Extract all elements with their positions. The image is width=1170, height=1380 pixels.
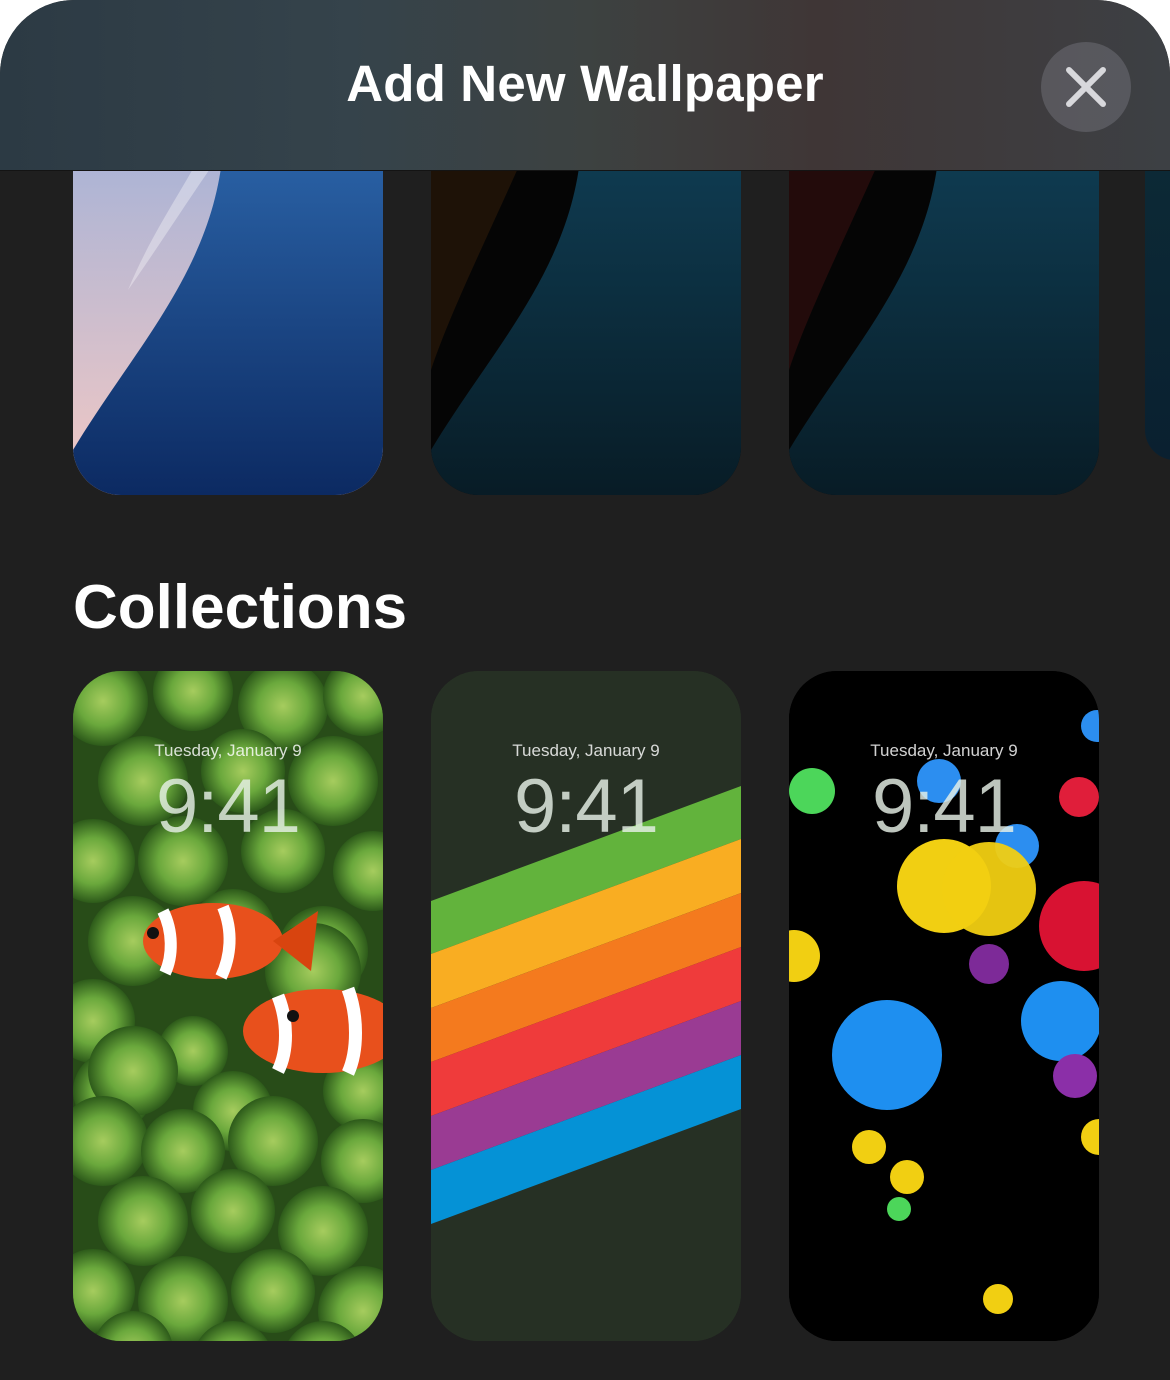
collection-wallpaper-clownfish[interactable]: Tuesday, January 9 9:41 <box>73 671 383 1341</box>
close-icon <box>1066 67 1106 107</box>
lock-date: Tuesday, January 9 <box>154 741 302 760</box>
sheet-title: Add New Wallpaper <box>346 55 824 112</box>
lock-time: 9:41 <box>872 764 1017 849</box>
sheet-header: Add New Wallpaper <box>0 0 1170 171</box>
close-button[interactable] <box>1041 42 1131 132</box>
featured-wallpaper-dark-red[interactable] <box>789 150 1099 495</box>
collection-wallpaper-bubbles[interactable]: Tuesday, January 9 9:41 <box>789 671 1099 1341</box>
collection-wallpaper-rainbow[interactable]: Tuesday, January 9 9:41 <box>431 671 741 1341</box>
lock-time: 9:41 <box>514 764 659 849</box>
featured-wallpaper-blue-pink[interactable] <box>73 150 383 495</box>
featured-wallpaper-dark-orange[interactable] <box>431 150 741 495</box>
section-title-collections: Collections <box>73 573 408 642</box>
featured-wallpaper-peek[interactable] <box>1145 150 1170 460</box>
lock-date: Tuesday, January 9 <box>870 741 1018 760</box>
lock-time: 9:41 <box>156 764 301 849</box>
lock-date: Tuesday, January 9 <box>512 741 660 760</box>
add-wallpaper-sheet: Add New Wallpaper Collections Tuesday, J… <box>0 0 1170 1380</box>
